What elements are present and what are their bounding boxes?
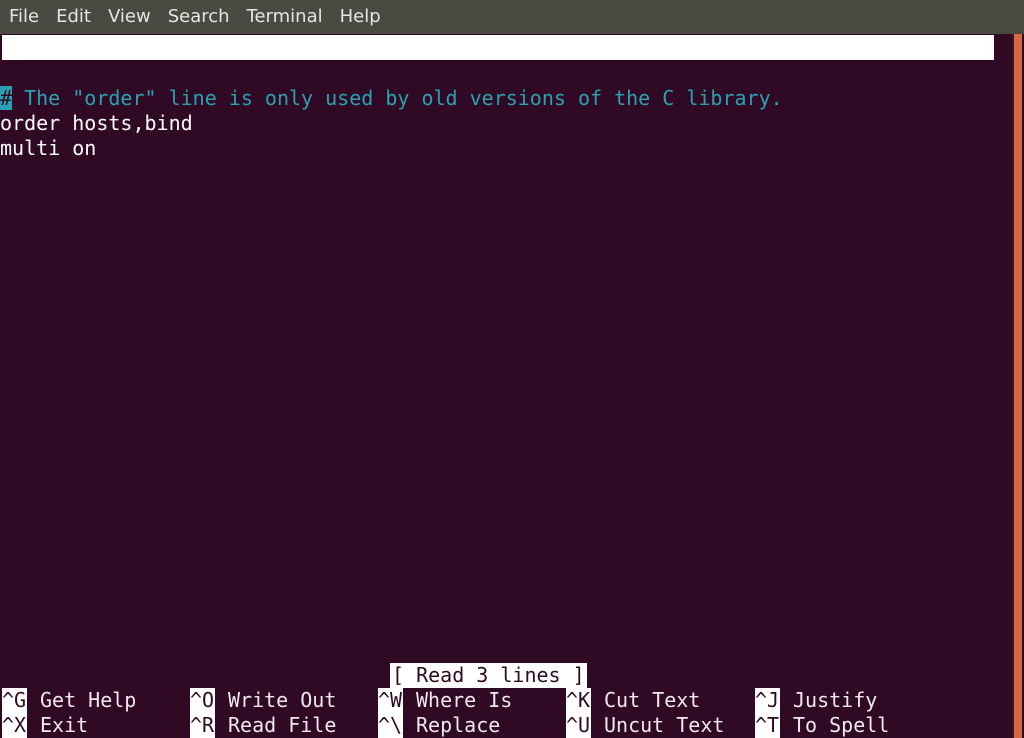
shortcut-label: Exit xyxy=(40,713,89,737)
menu-search[interactable]: Search xyxy=(159,0,238,34)
menu-edit[interactable]: Edit xyxy=(47,0,99,34)
comment-text: The "order" line is only used by old ver… xyxy=(12,86,783,110)
shortcut-get-help[interactable]: ^G Get Help xyxy=(2,688,136,713)
shortcut-replace[interactable]: ^\ Replace xyxy=(378,713,500,738)
shortcut-label: Write Out xyxy=(228,688,337,712)
shortcut-key: ^W xyxy=(378,688,403,713)
editor-line-2[interactable]: order hosts,bind xyxy=(0,111,193,136)
shortcut-key: ^T xyxy=(755,713,780,738)
menu-file[interactable]: File xyxy=(0,0,47,34)
shortcut-uncut-text[interactable]: ^U Uncut Text xyxy=(566,713,724,738)
editor-line-1[interactable]: # The "order" line is only used by old v… xyxy=(0,86,783,111)
menu-terminal[interactable]: Terminal xyxy=(238,0,331,34)
shortcut-label: Replace xyxy=(416,713,501,737)
shortcut-key: ^U xyxy=(566,713,591,738)
shortcut-key: ^G xyxy=(2,688,27,713)
shortcut-label: Get Help xyxy=(40,688,137,712)
shortcut-key: ^X xyxy=(2,713,27,738)
shortcut-label: Justify xyxy=(793,688,878,712)
menu-view[interactable]: View xyxy=(99,0,159,34)
scrollbar[interactable] xyxy=(1012,34,1022,738)
shortcut-to-spell[interactable]: ^T To Spell xyxy=(755,713,889,738)
shortcut-key: ^\ xyxy=(378,713,403,738)
shortcut-key: ^K xyxy=(566,688,591,713)
shortcut-label: Uncut Text xyxy=(604,713,725,737)
shortcut-exit[interactable]: ^X Exit xyxy=(2,713,88,738)
shortcut-key: ^J xyxy=(755,688,780,713)
shortcut-key: ^R xyxy=(190,713,215,738)
shortcut-where-is[interactable]: ^W Where Is xyxy=(378,688,512,713)
nano-title-bar: GNU nano 2.9.3 host.conf xyxy=(2,35,994,109)
nano-version: GNU nano 2.9.3 xyxy=(28,60,197,84)
shortcut-key: ^O xyxy=(190,688,215,713)
shortcut-label: Cut Text xyxy=(604,688,701,712)
terminal-area[interactable] xyxy=(0,34,1012,738)
menu-help[interactable]: Help xyxy=(331,0,389,34)
shortcut-read-file[interactable]: ^R Read File xyxy=(190,713,336,738)
status-message: [ Read 3 lines ] xyxy=(390,663,587,688)
shortcut-write-out[interactable]: ^O Write Out xyxy=(190,688,336,713)
shortcut-label: Where Is xyxy=(416,688,513,712)
shortcut-label: Read File xyxy=(228,713,337,737)
shortcut-justify[interactable]: ^J Justify xyxy=(755,688,877,713)
shortcut-cut-text[interactable]: ^K Cut Text xyxy=(566,688,700,713)
text-cursor: # xyxy=(0,86,13,110)
shortcut-label: To Spell xyxy=(793,713,890,737)
menu-bar: File Edit View Search Terminal Help xyxy=(0,0,1024,34)
editor-line-3[interactable]: multi on xyxy=(0,136,96,161)
